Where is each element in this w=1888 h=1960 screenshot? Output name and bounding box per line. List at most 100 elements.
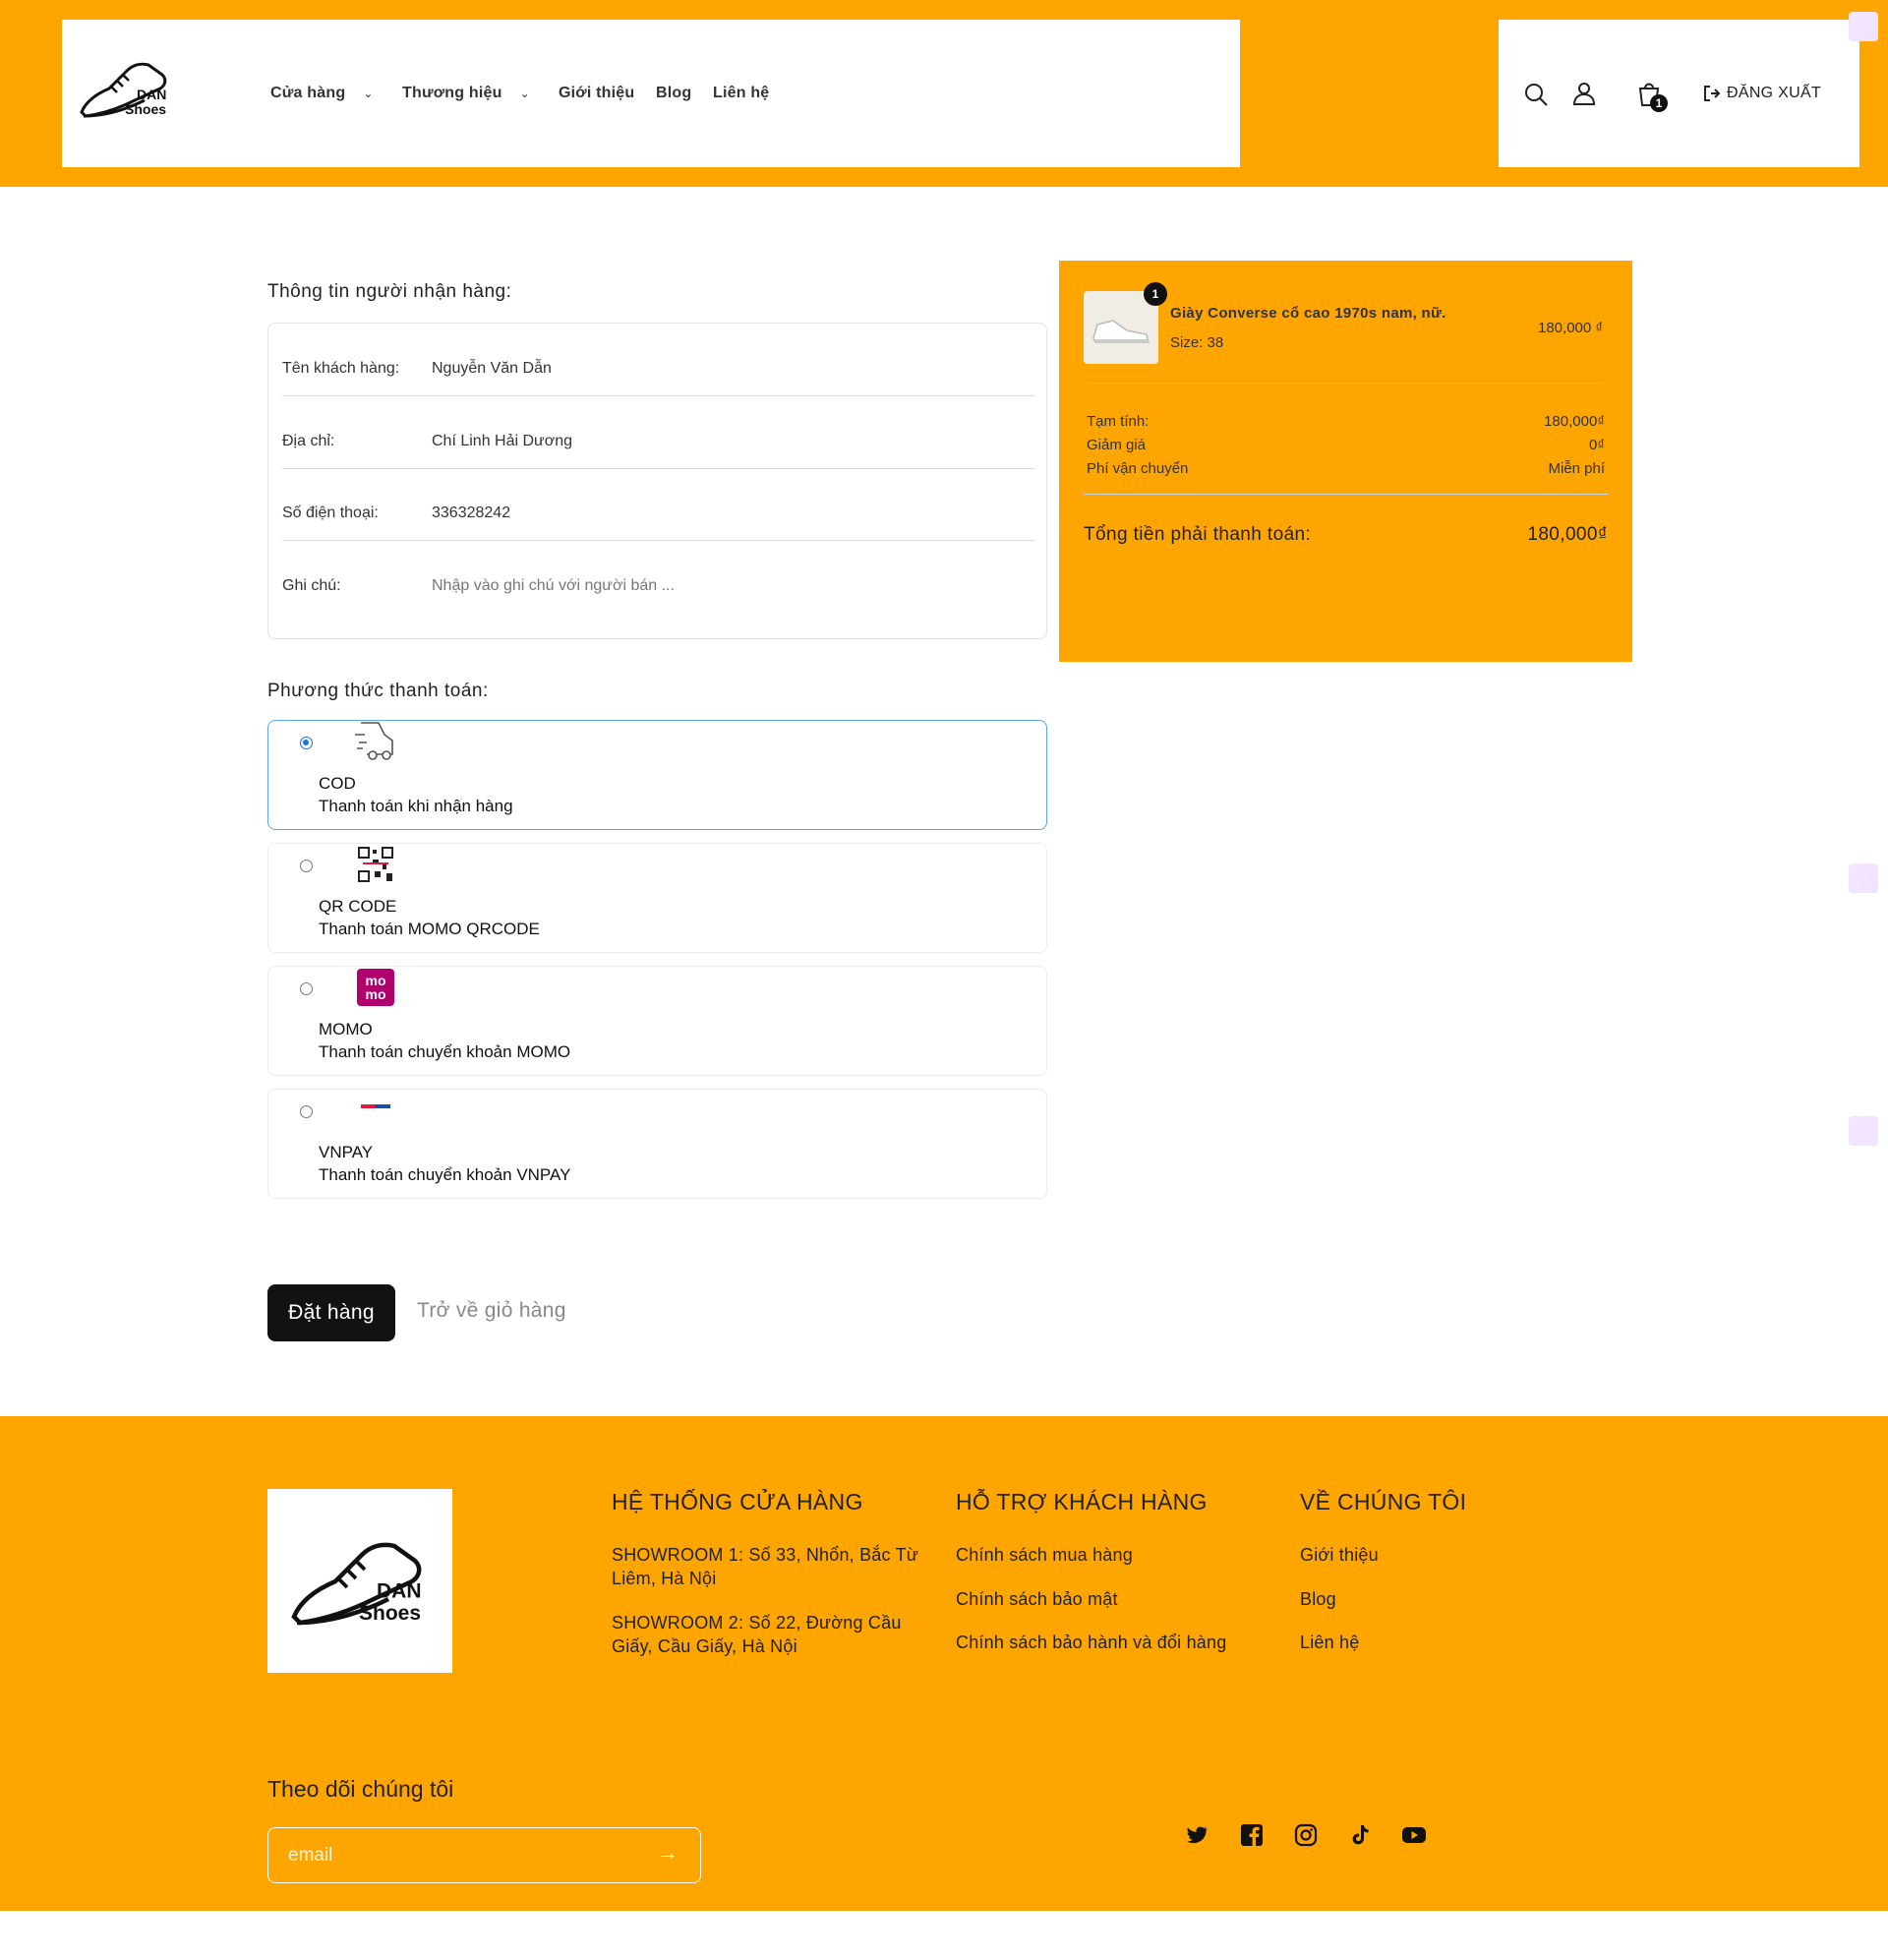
nav-item-contact[interactable]: Liên hệ bbox=[713, 85, 769, 102]
payment-option-momo[interactable]: mo mo MOMO Thanh toán chuyển khoản MOMO bbox=[267, 966, 1047, 1076]
footer-link[interactable]: Chính sách bảo mật bbox=[956, 1587, 1118, 1611]
product-name: Giày Converse cổ cao 1970s nam, nữ. bbox=[1170, 305, 1446, 322]
floating-widget-icon[interactable] bbox=[1849, 12, 1878, 41]
svg-text:mo: mo bbox=[366, 986, 386, 1002]
nav-item-store[interactable]: Cửa hàng ⌄ bbox=[270, 85, 374, 102]
delivery-truck-icon bbox=[355, 722, 393, 760]
phone-label: Số điện thoại: bbox=[282, 505, 379, 521]
product-size: Size: 38 bbox=[1170, 334, 1224, 351]
place-order-button[interactable]: Đặt hàng bbox=[267, 1284, 395, 1341]
logout-label: ĐĂNG XUẤT bbox=[1727, 85, 1822, 101]
brand-logo: DAN Shoes bbox=[291, 1542, 422, 1626]
footer-link[interactable]: Chính sách mua hàng bbox=[956, 1543, 1133, 1567]
divider bbox=[1084, 383, 1608, 384]
nav-item-about[interactable]: Giới thiệu bbox=[559, 85, 634, 102]
payment-option-qrcode[interactable]: QR CODE Thanh toán MOMO QRCODE bbox=[267, 843, 1047, 953]
recipient-form: Tên khách hàng: Nguyễn Văn Dẫn Địa chỉ: … bbox=[267, 323, 1047, 639]
twitter-icon[interactable] bbox=[1184, 1821, 1211, 1849]
account-actions: 1 ĐĂNG XUẤT bbox=[1499, 20, 1859, 167]
total-value: 180,000₫ bbox=[1527, 524, 1608, 545]
recipient-note-row: Ghi chú: Nhập vào ghi chú với người bán … bbox=[282, 541, 1035, 613]
recipient-phone-row: Số điện thoại: 336328242 bbox=[282, 468, 1035, 541]
payment-desc: Thanh toán MOMO QRCODE bbox=[319, 920, 540, 938]
recipient-title: Thông tin người nhận hàng: bbox=[267, 281, 512, 302]
payment-radio[interactable] bbox=[300, 1105, 313, 1118]
subtotal-value: 180,000₫ bbox=[1544, 413, 1605, 430]
newsletter-form: → bbox=[267, 1827, 701, 1883]
payment-radio[interactable] bbox=[300, 737, 313, 749]
footer-link[interactable]: Giới thiệu bbox=[1300, 1543, 1379, 1567]
brand-logo[interactable]: DAN Shoes bbox=[76, 45, 174, 124]
footer-link[interactable]: Blog bbox=[1300, 1587, 1336, 1611]
nav-label: Cửa hàng bbox=[270, 85, 346, 101]
footer-logo[interactable]: DAN Shoes bbox=[267, 1489, 452, 1673]
name-label: Tên khách hàng: bbox=[282, 360, 400, 377]
payment-option-cod[interactable]: COD Thanh toán khi nhận hàng bbox=[267, 720, 1047, 830]
phone-value[interactable]: 336328242 bbox=[432, 505, 510, 522]
footer: DAN Shoes HỆ THỐNG CỬA HÀNG SHOWROOM 1: … bbox=[0, 1416, 1888, 1911]
payment-name: MOMO bbox=[319, 1020, 373, 1039]
header-bar: DAN Shoes Cửa hàng ⌄ Thương hiệu ⌄ Giới … bbox=[0, 0, 1888, 187]
note-input[interactable]: Nhập vào ghi chú với người bán ... bbox=[432, 577, 675, 595]
footer-link[interactable]: Liên hệ bbox=[1300, 1631, 1359, 1654]
payment-desc: Thanh toán khi nhận hàng bbox=[319, 797, 513, 815]
cart-count-badge: 1 bbox=[1650, 94, 1668, 112]
qr-code-icon bbox=[358, 847, 393, 882]
floating-widget-icon[interactable] bbox=[1849, 1116, 1878, 1146]
user-icon[interactable] bbox=[1571, 81, 1597, 106]
payment-radio[interactable] bbox=[300, 982, 313, 995]
payment-name: QR CODE bbox=[319, 897, 397, 916]
instagram-icon[interactable] bbox=[1292, 1821, 1320, 1849]
address-value[interactable]: Chí Linh Hải Dương bbox=[432, 433, 572, 450]
nav-item-brands[interactable]: Thương hiệu ⌄ bbox=[402, 85, 530, 102]
youtube-icon[interactable] bbox=[1400, 1821, 1428, 1849]
logout-icon bbox=[1704, 86, 1721, 101]
momo-logo-icon: mo mo bbox=[357, 969, 394, 1006]
discount-label: Giảm giá bbox=[1087, 437, 1147, 453]
showroom-1: SHOWROOM 1: Số 33, Nhổn, Bắc Từ Liêm, Hà… bbox=[612, 1545, 919, 1588]
payment-title: Phương thức thanh toán: bbox=[267, 681, 489, 701]
recipient-address-row: Địa chỉ: Chí Linh Hải Dương bbox=[282, 396, 1035, 469]
address-label: Địa chỉ: bbox=[282, 433, 335, 449]
payment-name: COD bbox=[319, 774, 356, 793]
support-heading: HỖ TRỢ KHÁCH HÀNG bbox=[956, 1489, 1208, 1515]
subtotal-label: Tạm tính: bbox=[1087, 413, 1150, 430]
name-value[interactable]: Nguyễn Văn Dẫn bbox=[432, 360, 552, 378]
arrow-right-icon[interactable]: → bbox=[657, 1840, 678, 1866]
order-summary: 1 Giày Converse cổ cao 1970s nam, nữ. Si… bbox=[1059, 261, 1632, 662]
nav-label: Thương hiệu bbox=[402, 85, 502, 101]
nav-item-blog[interactable]: Blog bbox=[656, 85, 691, 102]
payment-desc: Thanh toán chuyển khoản VNPAY bbox=[319, 1165, 571, 1184]
nav-label: Blog bbox=[656, 85, 692, 101]
discount-value: 0₫ bbox=[1588, 437, 1605, 453]
search-icon[interactable] bbox=[1523, 82, 1549, 107]
follow-heading: Theo dõi chúng tôi bbox=[267, 1776, 454, 1802]
facebook-icon[interactable] bbox=[1238, 1821, 1266, 1849]
payment-desc: Thanh toán chuyển khoản MOMO bbox=[319, 1042, 571, 1061]
nav-label: Liên hệ bbox=[713, 85, 770, 101]
tiktok-icon[interactable] bbox=[1346, 1821, 1374, 1849]
payment-name: VNPAY bbox=[319, 1143, 374, 1161]
nav-container: DAN Shoes Cửa hàng ⌄ Thương hiệu ⌄ Giới … bbox=[62, 20, 1240, 167]
footer-link[interactable]: Chính sách bảo hành và đổi hàng bbox=[956, 1631, 1226, 1654]
shipping-label: Phí vận chuyển bbox=[1087, 460, 1189, 477]
total-row: Tổng tiền phải thanh toán: 180,000₫ bbox=[1084, 524, 1608, 546]
logout-button[interactable]: ĐĂNG XUẤT bbox=[1703, 85, 1821, 102]
shipping-row: Phí vận chuyển Miễn phí bbox=[1087, 460, 1605, 477]
showroom-2: SHOWROOM 2: Số 22, Đường Cầu Giấy, Cầu G… bbox=[612, 1613, 902, 1656]
payment-radio[interactable] bbox=[300, 860, 313, 872]
svg-text:DAN: DAN bbox=[377, 1580, 422, 1603]
back-to-cart-link[interactable]: Trở về giỏ hàng bbox=[417, 1299, 566, 1323]
nav-label: Giới thiệu bbox=[559, 85, 635, 101]
about-heading: VỀ CHÚNG TÔI bbox=[1300, 1489, 1467, 1515]
floating-widget-icon[interactable] bbox=[1849, 863, 1878, 893]
chevron-down-icon: ⌄ bbox=[363, 87, 374, 100]
recipient-name-row: Tên khách hàng: Nguyễn Văn Dẫn bbox=[282, 324, 1035, 396]
subtotal-row: Tạm tính: 180,000₫ bbox=[1087, 413, 1605, 430]
note-label: Ghi chú: bbox=[282, 577, 341, 594]
shipping-value: Miễn phí bbox=[1548, 460, 1605, 477]
payment-option-vnpay[interactable]: VNPAY Thanh toán chuyển khoản VNPAY bbox=[267, 1089, 1047, 1199]
svg-text:DAN: DAN bbox=[137, 87, 166, 102]
item-qty-badge: 1 bbox=[1144, 282, 1167, 306]
email-input[interactable] bbox=[286, 1844, 644, 1868]
